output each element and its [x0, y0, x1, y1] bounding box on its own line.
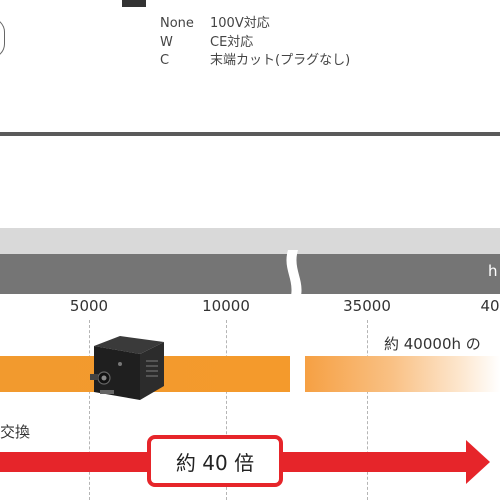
tick-label: 35000	[343, 297, 391, 315]
option-desc: 100V対応	[210, 16, 270, 31]
replacement-label: 交換	[0, 423, 31, 441]
option-code: None	[160, 16, 194, 31]
curve-decoration	[0, 18, 5, 58]
axis-break-icon	[286, 250, 304, 400]
timeline-header-dark	[0, 254, 500, 294]
section-divider	[0, 132, 500, 136]
option-desc: 末端カット(プラグなし)	[210, 53, 351, 68]
light-source-device-icon	[90, 336, 164, 400]
option-desc: CE対応	[210, 35, 254, 50]
lifetime-bar-extended	[305, 356, 500, 392]
option-code: C	[160, 53, 170, 68]
multiplier-text: 約 40 倍	[175, 450, 255, 475]
life-label: 約 40000h の	[384, 335, 481, 353]
arrow-right-icon	[466, 440, 490, 484]
guide-line	[367, 320, 368, 500]
tick-label: 10000	[202, 297, 250, 315]
timeline-unit: h	[488, 262, 498, 280]
option-code: W	[160, 35, 173, 50]
tick-label: 40	[480, 297, 500, 315]
timeline-header-light	[0, 228, 500, 254]
multiplier-badge: 約 40 倍	[147, 435, 283, 487]
section-marker	[122, 0, 146, 7]
tick-label: 5000	[69, 297, 109, 315]
